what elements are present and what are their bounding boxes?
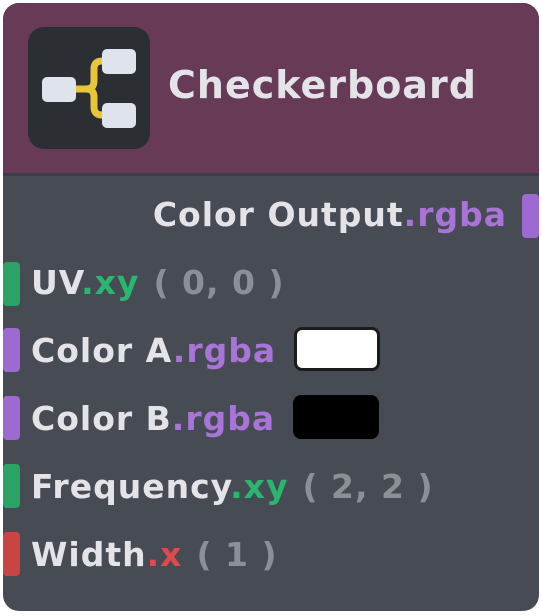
input-label: Width — [31, 535, 147, 574]
input-default-value[interactable]: ( 2, 2 ) — [302, 467, 433, 506]
input-label: Color A — [31, 331, 173, 370]
node-header[interactable]: Checkerboard — [3, 3, 539, 173]
node-title: Checkerboard — [168, 63, 477, 107]
header-divider — [3, 173, 539, 176]
output-label: Color Output — [152, 195, 404, 234]
input-swizzle: .xy — [81, 263, 140, 302]
input-swizzle: .x — [146, 535, 183, 574]
input-label: Color B — [31, 399, 172, 438]
input-port-color-b[interactable] — [3, 396, 20, 440]
output-port-color-output[interactable] — [522, 194, 539, 238]
input-color-a: Color A.rgba — [31, 326, 381, 371]
input-frequency: Frequency.xy ( 2, 2 ) — [31, 467, 434, 507]
input-swizzle: .xy — [230, 467, 289, 506]
output-color-output: Color Output.rgba — [153, 195, 507, 235]
input-swizzle: .rgba — [171, 399, 276, 438]
input-port-uv[interactable] — [3, 262, 20, 306]
input-label: UV — [31, 263, 82, 302]
checkerboard-node[interactable]: Checkerboard Color Output.rgba UV.xy( 0,… — [3, 3, 539, 611]
input-default-value[interactable]: ( 0, 0 ) — [153, 263, 284, 302]
input-default-value[interactable]: ( 1 ) — [196, 535, 277, 574]
input-label: Frequency — [31, 467, 231, 506]
input-port-color-a[interactable] — [3, 328, 20, 372]
color-a-swatch[interactable] — [294, 326, 381, 371]
input-width: Width.x ( 1 ) — [31, 535, 278, 575]
input-port-width[interactable] — [3, 532, 20, 576]
input-uv: UV.xy ( 0, 0 ) — [31, 263, 285, 303]
output-swizzle: .rgba — [403, 195, 507, 234]
input-swizzle: .rgba — [172, 331, 277, 370]
input-port-frequency[interactable] — [3, 464, 20, 508]
input-color-b: Color B.rgba — [31, 394, 380, 439]
color-b-swatch[interactable] — [293, 394, 380, 439]
node-branch-icon — [28, 27, 150, 149]
